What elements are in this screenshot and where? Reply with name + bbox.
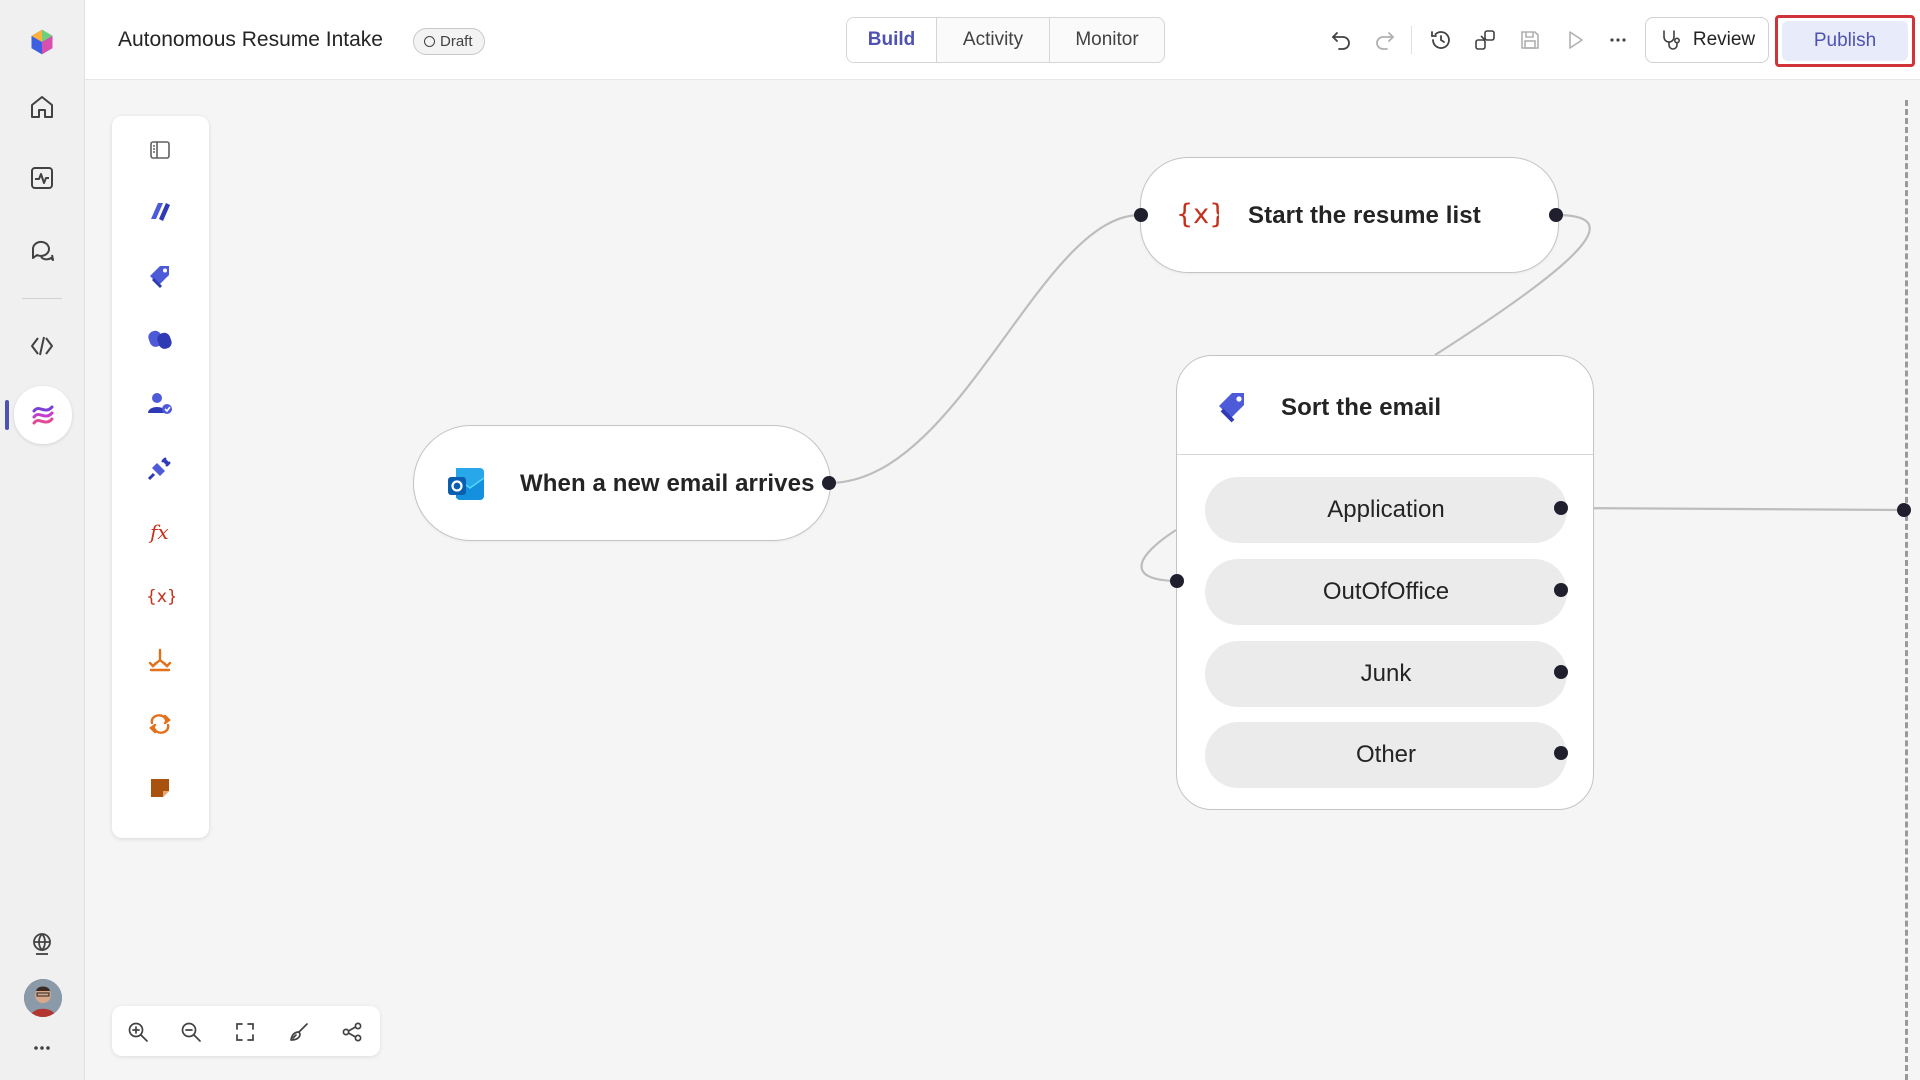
tab-activity[interactable]: Activity [937,18,1050,62]
code-icon[interactable] [18,322,66,370]
redo-icon[interactable] [1369,24,1401,56]
flow-canvas[interactable] [85,80,1920,1080]
toolbar-separator [1411,26,1412,54]
active-indicator [5,400,9,430]
sort-node-divider [1177,454,1593,455]
review-label: Review [1692,29,1756,50]
history-icon[interactable] [1425,24,1457,56]
minimap-icon[interactable] [336,1016,368,1048]
branch-junk[interactable]: Junk [1205,641,1567,707]
other-output-port[interactable] [1554,746,1568,760]
categorize-node-icon [1213,386,1253,426]
variable-input-port[interactable] [1134,208,1148,222]
variable-node-icon: {x} [1175,194,1219,234]
view-tabs: Build Activity Monitor [846,17,1165,63]
draft-status-icon [424,36,435,47]
home-icon[interactable] [18,83,66,131]
stethoscope-icon [1663,30,1680,50]
loop-icon[interactable] [136,700,184,748]
activity-icon[interactable] [18,154,66,202]
sort-node-label: Sort the email [1281,394,1442,421]
connections-icon[interactable] [1469,24,1501,56]
zoom-out-icon[interactable] [175,1016,207,1048]
page-title: Autonomous Resume Intake [118,28,383,51]
tidy-icon[interactable] [283,1016,315,1048]
tool-palette: fx {x} [112,116,209,838]
junk-output-port[interactable] [1554,665,1568,679]
more-icon[interactable] [18,1024,66,1072]
trigger-output-port[interactable] [822,476,836,490]
variable-output-port[interactable] [1549,208,1563,222]
globe-icon[interactable] [18,920,66,968]
svg-text:fx: fx [148,520,169,544]
more-options-icon[interactable] [1602,24,1634,56]
connector-icon[interactable] [136,444,184,492]
sort-node[interactable]: Sort the email Application OutOfOffice J… [1176,355,1594,810]
trigger-node[interactable]: When a new email arrives [413,425,831,541]
publish-button[interactable]: Publish [1782,21,1908,61]
copilot-icon[interactable] [136,316,184,364]
svg-text:{x}: {x} [1176,199,1219,230]
application-output-port[interactable] [1554,501,1568,515]
top-bar: Autonomous Resume Intake Draft Build Act… [85,0,1920,80]
zoom-controls [112,1006,380,1056]
condition-icon[interactable] [136,636,184,684]
left-rail [0,0,85,1080]
outofoffice-output-port[interactable] [1554,583,1568,597]
chat-icon[interactable] [18,226,66,274]
sticky-note-icon[interactable] [136,764,184,812]
copilot-studio-icon[interactable] [136,188,184,236]
outlook-icon [446,464,488,504]
variable-node-label: Start the resume list [1248,202,1481,229]
fit-view-icon[interactable] [229,1016,261,1048]
categorize-icon[interactable] [136,252,184,300]
tab-build[interactable]: Build [847,18,937,62]
app-logo-icon[interactable] [18,18,66,66]
collapse-panel-icon[interactable] [136,126,184,174]
save-icon[interactable] [1514,24,1546,56]
trigger-node-label: When a new email arrives [520,470,815,497]
variable-icon[interactable]: {x} [136,572,184,620]
agent-flows-icon[interactable] [14,386,72,444]
tab-monitor[interactable]: Monitor [1050,18,1164,62]
canvas-edge [1905,100,1908,1080]
zoom-in-icon[interactable] [122,1016,154,1048]
undo-icon[interactable] [1325,24,1357,56]
function-icon[interactable]: fx [136,508,184,556]
branch-application[interactable]: Application [1205,477,1567,543]
sort-input-port[interactable] [1170,574,1184,588]
rail-divider [22,298,62,299]
review-button[interactable]: Review [1645,17,1769,63]
human-in-loop-icon[interactable] [136,380,184,428]
run-icon[interactable] [1559,24,1591,56]
variable-node[interactable]: {x} Start the resume list [1140,157,1559,273]
branch-other[interactable]: Other [1205,722,1567,788]
status-badge: Draft [413,28,485,55]
svg-text:{x}: {x} [146,587,175,607]
publish-highlight: Publish [1775,15,1915,67]
status-label: Draft [440,33,473,50]
offscreen-port[interactable] [1897,503,1911,517]
branch-outofoffice[interactable]: OutOfOffice [1205,559,1567,625]
avatar[interactable] [24,979,62,1017]
